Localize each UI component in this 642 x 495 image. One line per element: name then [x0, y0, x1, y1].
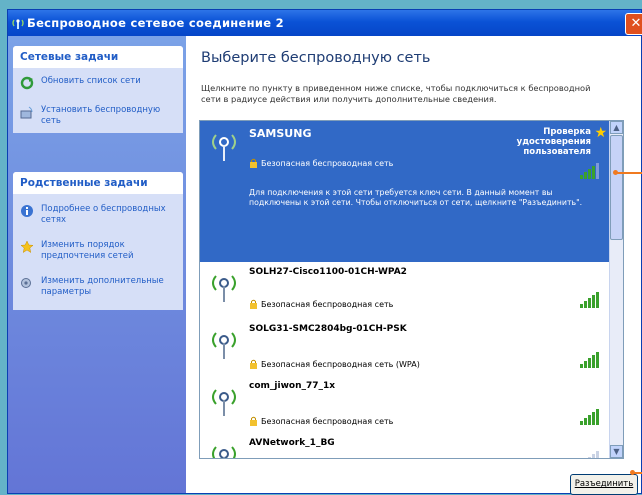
network-name: SAMSUNG: [249, 127, 312, 140]
lock-icon: [250, 359, 257, 369]
network-item-solh27[interactable]: SOLH27-Cisco1100-01CH-WPA2 Безопасная бе…: [200, 262, 609, 320]
lock-icon: [250, 299, 257, 309]
signal-strength-icon: [580, 451, 602, 458]
network-item-com-jiwon[interactable]: com_jiwon_77_1x Безопасная беспроводная …: [200, 376, 609, 434]
related-tasks-header: Родственные задачи: [13, 172, 183, 194]
antenna-icon: [212, 134, 236, 161]
signal-strength-icon: [580, 409, 602, 425]
scroll-thumb[interactable]: [610, 135, 623, 240]
setup-wireless-network-link[interactable]: Установить беспроводную сеть: [13, 93, 183, 133]
network-item-samsung[interactable]: SAMSUNG Безопасная беспроводная сеть Для…: [200, 121, 609, 262]
antenna-icon: [212, 389, 236, 416]
network-name: SOLH27-Cisco1100-01CH-WPA2: [249, 267, 407, 277]
callout-dot: [613, 170, 618, 175]
verify-identity-label: Проверка удостоверения пользователя: [516, 127, 591, 157]
wireless-setup-icon: [20, 106, 33, 119]
info-icon: [21, 205, 33, 217]
security-status: Безопасная беспроводная сеть: [249, 416, 393, 426]
task-label: Обновить список сети: [41, 76, 141, 86]
close-icon: ✕: [630, 16, 642, 31]
settings-icon: [21, 278, 31, 288]
lock-icon: [250, 416, 257, 426]
security-label: Безопасная беспроводная сеть: [261, 159, 394, 168]
network-name: AVNetwork_1_BG: [249, 438, 335, 448]
related-tasks-box: Родственные задачи Подробнее о беспровод…: [13, 172, 183, 310]
page-title: Выберите беспроводную сеть: [201, 50, 431, 66]
refresh-network-list-link[interactable]: Обновить список сети: [13, 72, 183, 93]
network-item-avnetwork[interactable]: AVNetwork_1_BG: [200, 433, 609, 458]
security-status: Безопасная беспроводная сеть: [249, 158, 393, 168]
callout-line: [634, 472, 642, 474]
instructions-text: Щелкните по пункту в приведенном ниже сп…: [201, 83, 591, 104]
window-title: Беспроводное сетевое соединение 2: [27, 16, 284, 30]
close-button[interactable]: ✕: [625, 13, 642, 35]
callout-dot: [630, 470, 635, 475]
advanced-settings-link[interactable]: Изменить дополнительные параметры: [13, 268, 183, 310]
star-icon: [20, 240, 34, 254]
network-description: Для подключения к этой сети требуется кл…: [249, 188, 583, 207]
change-network-order-link[interactable]: Изменить порядок предпочтения сетей: [13, 232, 183, 268]
preferred-star-icon: ★: [594, 125, 607, 141]
wireless-connection-window: Беспроводное сетевое соединение 2 ✕ Сете…: [7, 9, 642, 495]
title-bar[interactable]: Беспроводное сетевое соединение 2 ✕: [8, 10, 642, 36]
network-tasks-header: Сетевые задачи: [13, 46, 183, 68]
antenna-icon: [212, 275, 236, 302]
wireless-network-icon: [12, 19, 24, 29]
scroll-down-button[interactable]: ▼: [610, 445, 623, 458]
network-name: SOLG31-SMC2804bg-01CH-PSK: [249, 324, 407, 334]
security-status: Безопасная беспроводная сеть (WPA): [249, 359, 420, 369]
signal-strength-icon: [580, 352, 602, 368]
security-status: Безопасная беспроводная сеть: [249, 299, 393, 309]
signal-strength-icon: [580, 292, 602, 308]
task-label: Подробнее о беспроводных сетях: [41, 204, 166, 225]
antenna-icon: [212, 332, 236, 359]
scroll-up-button[interactable]: ▲: [610, 121, 623, 134]
network-tasks-box: Сетевые задачи Обновить список сети Уста…: [13, 46, 183, 133]
network-list[interactable]: SAMSUNG Безопасная беспроводная сеть Для…: [199, 120, 624, 459]
security-label: Безопасная беспроводная сеть (WPA): [261, 360, 420, 369]
disconnect-button[interactable]: Разъединить: [570, 474, 638, 495]
network-item-solg31[interactable]: SOLG31-SMC2804bg-01CH-PSK Безопасная бес…: [200, 319, 609, 377]
task-pane: Сетевые задачи Обновить список сети Уста…: [8, 36, 186, 493]
main-content: Выберите беспроводную сеть Щелкните по п…: [186, 36, 641, 495]
learn-about-wireless-link[interactable]: Подробнее о беспроводных сетях: [13, 200, 183, 232]
refresh-icon: [20, 76, 34, 90]
task-label: Изменить дополнительные параметры: [41, 276, 164, 297]
network-name: com_jiwon_77_1x: [249, 381, 336, 391]
signal-strength-icon: [580, 163, 602, 179]
security-label: Безопасная беспроводная сеть: [261, 417, 394, 426]
callout-line: [616, 172, 642, 174]
task-label: Изменить порядок предпочтения сетей: [41, 240, 134, 261]
lock-icon: [250, 158, 257, 168]
task-label: Установить беспроводную сеть: [41, 105, 161, 126]
security-label: Безопасная беспроводная сеть: [261, 300, 394, 309]
antenna-icon: [212, 446, 236, 458]
